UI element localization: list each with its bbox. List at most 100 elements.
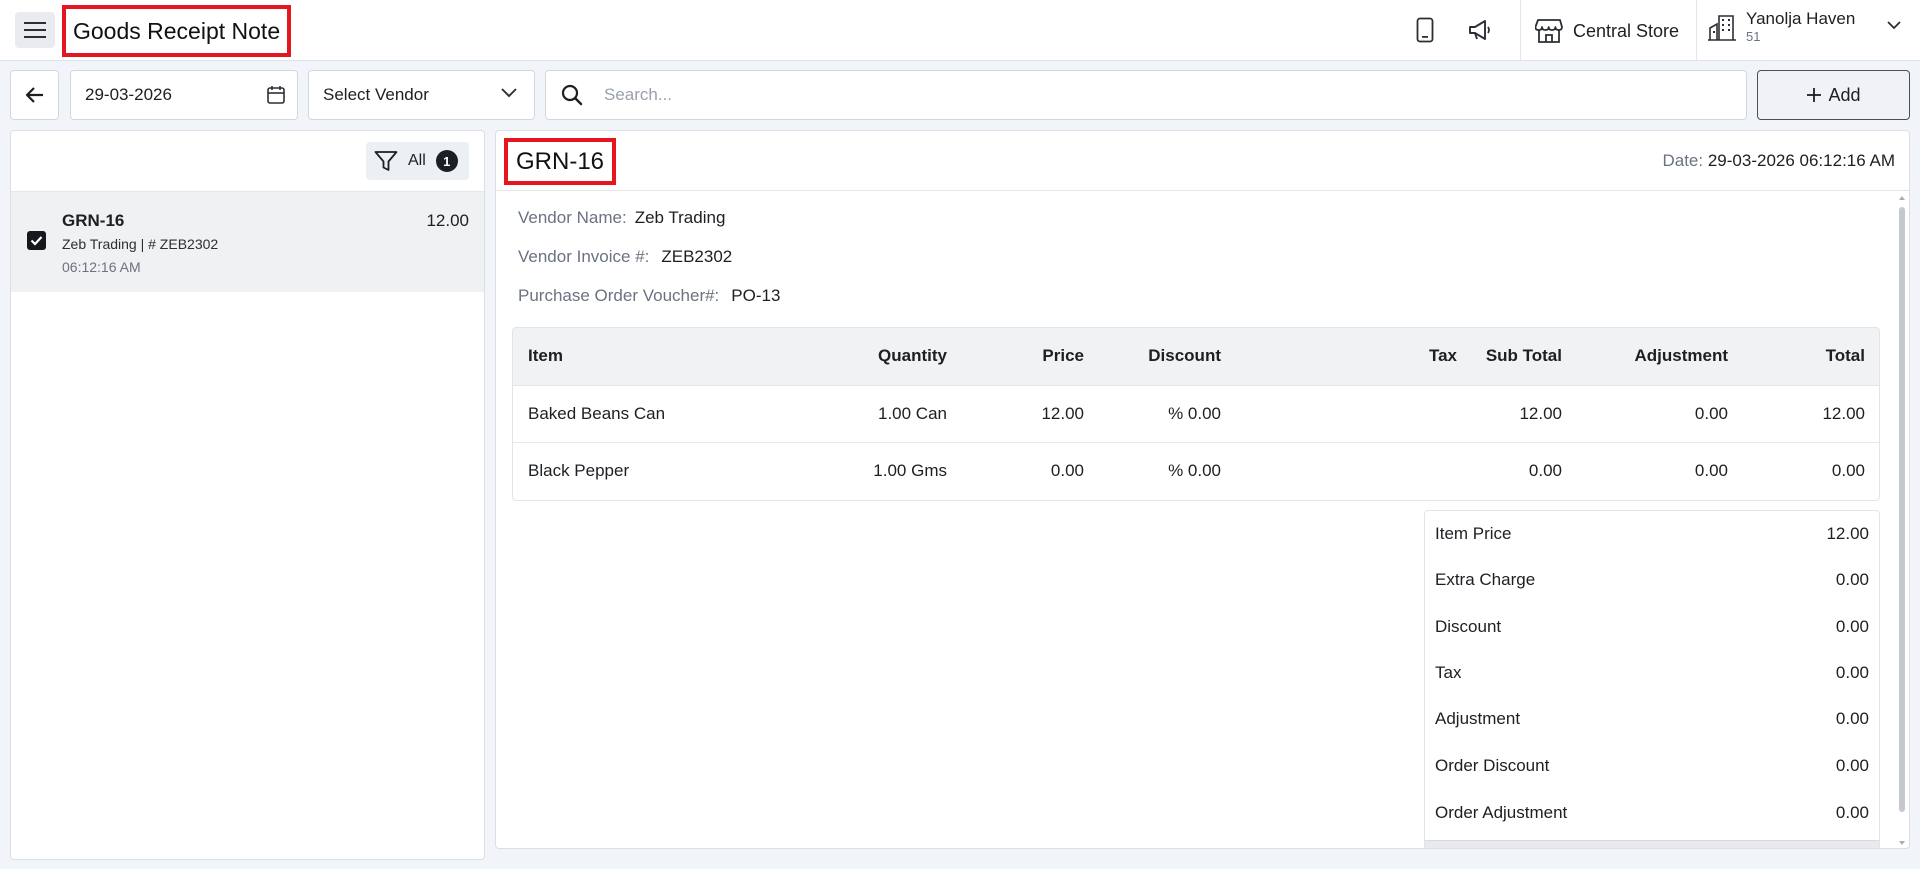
summary-value: 0.00 xyxy=(1835,709,1869,728)
column-header: Price xyxy=(1042,346,1084,365)
summary-row: Order Discount 0.00 xyxy=(1435,756,1869,780)
store-switcher[interactable]: Central Store xyxy=(1535,17,1679,45)
column-header: Adjustment xyxy=(1634,346,1729,365)
vendor-name-row: Vendor Name: Zeb Trading xyxy=(518,208,725,228)
summary-label: Item Price xyxy=(1435,524,1512,543)
top-header: Goods Receipt Note Central Store Yanolja… xyxy=(0,0,1920,61)
quantity-cell: 1.00 Gms xyxy=(873,461,947,480)
price-cell: 12.00 xyxy=(1041,404,1084,423)
item-cell: Black Pepper xyxy=(528,461,630,480)
summary-row: Discount 0.00 xyxy=(1435,617,1869,641)
vendor-name-value: Zeb Trading xyxy=(634,208,726,227)
org-code: 51 xyxy=(1746,29,1761,44)
summary-value: 0.00 xyxy=(1835,617,1869,636)
summary-value: 0.00 xyxy=(1835,663,1869,682)
list-item-title: GRN-16 xyxy=(62,211,125,230)
arrow-left-icon xyxy=(25,87,43,103)
scroll-up-arrow-icon[interactable] xyxy=(1896,193,1908,203)
summary-footer xyxy=(1425,840,1879,848)
summary-label: Order Discount xyxy=(1435,756,1550,775)
store-name: Central Store xyxy=(1573,20,1680,41)
subtotal-cell: 0.00 xyxy=(1528,461,1562,480)
vendor-invoice-label: Vendor Invoice #: xyxy=(518,247,650,266)
menu-button[interactable] xyxy=(15,12,55,48)
table-row[interactable]: Baked Beans Can 1.00 Can 12.00 % 0.00 12… xyxy=(513,386,1879,443)
summary-label: Extra Charge xyxy=(1435,570,1536,589)
summary-value: 12.00 xyxy=(1826,524,1869,543)
plus-icon xyxy=(1807,88,1822,102)
total-cell: 0.00 xyxy=(1831,461,1865,480)
detail-header: GRN-16 Date: 29-03-2026 06:12:16 AM xyxy=(496,131,1909,191)
mobile-icon[interactable] xyxy=(1411,16,1439,44)
price-cell: 0.00 xyxy=(1050,461,1084,480)
purchase-order-label: Purchase Order Voucher#: xyxy=(518,286,720,305)
building-icon xyxy=(1708,15,1736,41)
adjustment-cell: 0.00 xyxy=(1694,404,1728,423)
calendar-icon[interactable] xyxy=(267,85,285,104)
detail-date-value: 29-03-2026 06:12:16 AM xyxy=(1707,151,1895,170)
discount-cell: % 0.00 xyxy=(1168,404,1221,423)
column-header: Sub Total xyxy=(1485,346,1562,365)
summary-label: Tax xyxy=(1435,663,1462,682)
summary-value: 0.00 xyxy=(1835,803,1869,822)
summary-row: Extra Charge 0.00 xyxy=(1435,570,1869,594)
vendor-select-label: Select Vendor xyxy=(323,85,429,104)
org-name: Yanolja Haven xyxy=(1746,9,1856,28)
column-header: Discount xyxy=(1148,346,1221,365)
list-item-checkbox[interactable] xyxy=(27,231,46,250)
subtotal-cell: 12.00 xyxy=(1519,404,1562,423)
chevron-down-icon[interactable] xyxy=(1886,20,1902,30)
vendor-name-label: Vendor Name: xyxy=(518,208,627,227)
vendor-select[interactable]: Select Vendor xyxy=(308,70,535,120)
detail-date: Date: 29-03-2026 06:12:16 AM xyxy=(1662,151,1895,171)
grn-title: GRN-16 xyxy=(504,138,617,185)
summary-label: Order Adjustment xyxy=(1435,803,1568,822)
back-button[interactable] xyxy=(10,70,59,120)
column-header: Quantity xyxy=(878,346,947,365)
grn-detail-panel: GRN-16 Date: 29-03-2026 06:12:16 AM Vend… xyxy=(495,130,1910,849)
discount-cell: % 0.00 xyxy=(1168,461,1221,480)
items-table: Item Quantity Price Discount Tax Sub Tot… xyxy=(512,327,1880,501)
column-header: Total xyxy=(1825,346,1865,365)
grn-list-panel: All 1 GRN-16 Zeb Trading | # ZEB2302 06:… xyxy=(10,130,485,860)
list-item-subtitle: Zeb Trading | # ZEB2302 xyxy=(62,236,219,252)
list-item-amount: 12.00 xyxy=(426,211,469,230)
quantity-cell: 1.00 Can xyxy=(878,404,947,423)
header-divider xyxy=(1520,0,1521,60)
page-title: Goods Receipt Note xyxy=(62,5,292,57)
totals-summary: Item Price 12.00 Extra Charge 0.00 Disco… xyxy=(1424,510,1880,848)
filter-count-badge: 1 xyxy=(435,150,458,172)
menu-icon xyxy=(24,22,46,38)
add-button-label: Add xyxy=(1828,84,1861,105)
date-picker[interactable]: 29-03-2026 xyxy=(70,70,298,120)
detail-scrollbar[interactable] xyxy=(1896,193,1908,848)
search-box[interactable] xyxy=(545,70,1747,120)
chevron-down-icon xyxy=(501,88,517,98)
table-header-row: Item Quantity Price Discount Tax Sub Tot… xyxy=(513,328,1879,386)
column-header: Item xyxy=(528,346,563,365)
scrollbar-thumb[interactable] xyxy=(1899,207,1905,812)
megaphone-icon[interactable] xyxy=(1466,16,1494,44)
date-value: 29-03-2026 xyxy=(85,85,172,104)
header-divider xyxy=(1696,0,1697,60)
column-header: Tax xyxy=(1428,346,1457,365)
filter-icon xyxy=(374,151,398,171)
purchase-order-value: PO-13 xyxy=(731,286,781,305)
check-icon xyxy=(30,236,43,246)
add-button[interactable]: Add xyxy=(1757,70,1910,120)
search-icon xyxy=(561,84,583,106)
organization-switcher[interactable]: Yanolja Haven 51 xyxy=(1708,9,1855,45)
purchase-order-row: Purchase Order Voucher#: PO-13 xyxy=(518,286,780,306)
summary-label: Adjustment xyxy=(1435,709,1521,728)
filter-button[interactable]: All 1 xyxy=(366,142,469,180)
list-item-time: 06:12:16 AM xyxy=(62,259,141,275)
summary-value: 0.00 xyxy=(1835,570,1869,589)
table-row[interactable]: Black Pepper 1.00 Gms 0.00 % 0.00 0.00 0… xyxy=(513,443,1879,500)
item-cell: Baked Beans Can xyxy=(528,404,666,423)
vendor-invoice-value: ZEB2302 xyxy=(661,247,733,266)
summary-value: 0.00 xyxy=(1835,756,1869,775)
summary-label: Discount xyxy=(1435,617,1502,636)
scroll-down-arrow-icon[interactable] xyxy=(1896,838,1908,848)
list-item[interactable]: GRN-16 Zeb Trading | # ZEB2302 06:12:16 … xyxy=(11,191,484,292)
search-input[interactable] xyxy=(604,81,1704,109)
